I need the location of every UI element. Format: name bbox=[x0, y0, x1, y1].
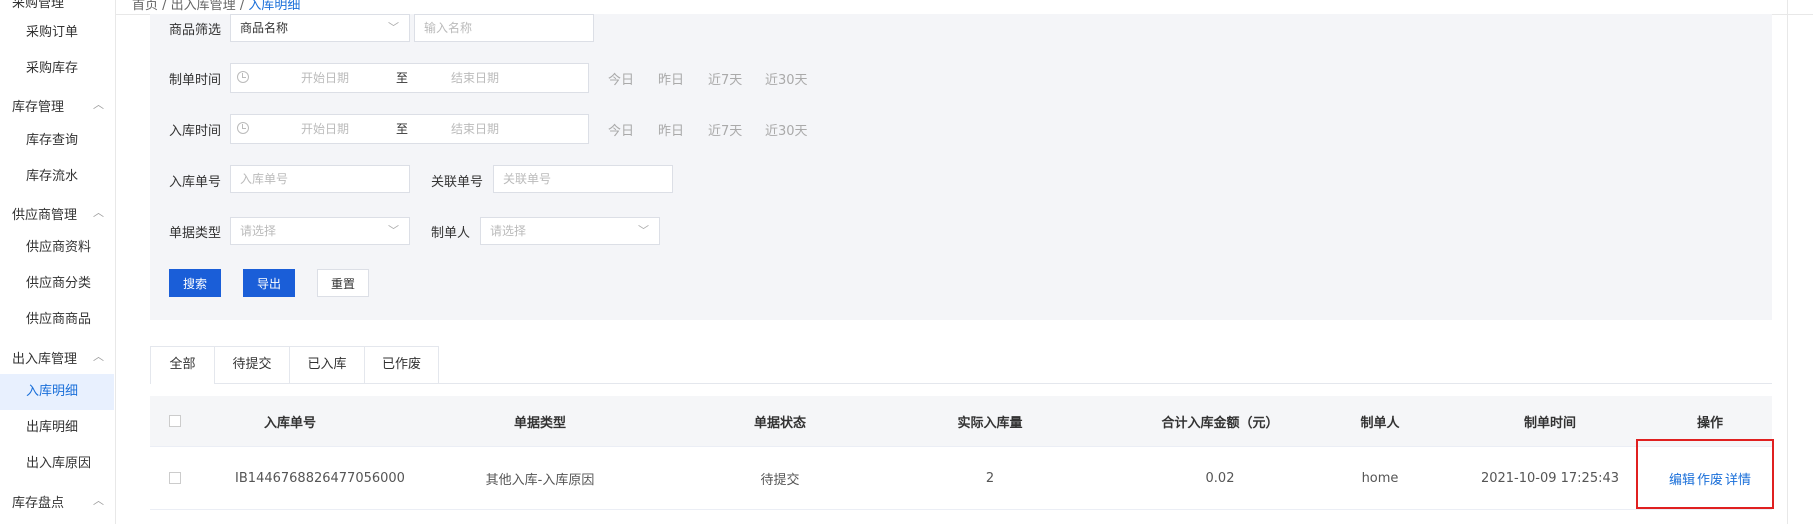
in-time-label: 入库时间 bbox=[169, 124, 222, 139]
breadcrumb-current: 入库明细 bbox=[248, 0, 301, 13]
rel-no-label: 关联单号 bbox=[431, 175, 484, 190]
cell-creator: home bbox=[1361, 470, 1399, 486]
tab-pending[interactable]: 待提交 bbox=[214, 346, 290, 383]
goods-name-input[interactable]: 输入名称 bbox=[414, 14, 594, 42]
breadcrumb: 首页 / 出入库管理 / 入库明细 bbox=[132, 0, 301, 13]
chevron-up-icon: ︿ bbox=[93, 350, 104, 363]
highlight-box bbox=[1636, 439, 1774, 509]
select-all-checkbox[interactable] bbox=[169, 415, 181, 427]
cell-qty: 2 bbox=[985, 470, 995, 486]
doc-type-select[interactable]: 请选择 ﹀ bbox=[230, 217, 410, 245]
create-quick-today[interactable]: 今日 bbox=[608, 69, 634, 88]
sidebar: 采购管理 采购订单 采购库存 库存管理 ︿ 库存查询 库存流水 供应商管理 ︿ 供应… bbox=[0, 0, 116, 524]
in-quick-yesterday[interactable]: 昨日 bbox=[658, 120, 684, 139]
export-button[interactable]: 导出 bbox=[243, 269, 295, 297]
create-end-date[interactable]: 结束日期 bbox=[451, 64, 499, 92]
chevron-down-icon: ﹀ bbox=[638, 224, 649, 237]
sidebar-group-stocktake[interactable]: 库存盘点 ︿ bbox=[12, 492, 104, 511]
goods-filter-label: 商品筛选 bbox=[169, 23, 222, 38]
chevron-up-icon: ︿ bbox=[93, 206, 104, 219]
col-create-time: 制单时间 bbox=[1523, 415, 1576, 431]
sidebar-item-supplier-goods[interactable]: 供应商商品 bbox=[0, 302, 114, 338]
search-button[interactable]: 搜索 bbox=[169, 269, 221, 297]
clock-icon bbox=[237, 71, 249, 83]
create-quick-7d[interactable]: 近7天 bbox=[708, 69, 742, 88]
in-time-range[interactable]: 开始日期 至 结束日期 bbox=[230, 114, 589, 144]
content-divider bbox=[1787, 0, 1788, 524]
in-quick-7d[interactable]: 近7天 bbox=[708, 120, 742, 139]
chevron-down-icon: ﹀ bbox=[388, 224, 399, 237]
sidebar-group-supplier[interactable]: 供应商管理 ︿ bbox=[12, 204, 104, 223]
reset-button[interactable]: 重置 bbox=[317, 269, 369, 297]
col-doc-status: 单据状态 bbox=[753, 415, 806, 431]
col-in-no: 入库单号 bbox=[263, 415, 316, 431]
create-quick-30d[interactable]: 近30天 bbox=[765, 69, 808, 88]
sidebar-item-inout-reason[interactable]: 出入库原因 bbox=[0, 446, 114, 482]
in-start-date[interactable]: 开始日期 bbox=[301, 115, 349, 143]
sidebar-item-out-detail[interactable]: 出库明细 bbox=[0, 410, 114, 446]
status-tabs: 全部 待提交 已入库 已作废 bbox=[150, 346, 1772, 384]
sidebar-item-in-detail[interactable]: 入库明细 bbox=[0, 374, 114, 410]
sidebar-group-purchase[interactable]: 采购管理 bbox=[12, 0, 102, 11]
col-creator: 制单人 bbox=[1360, 415, 1400, 431]
table-header: 入库单号 单据类型 单据状态 实际入库量 合计入库金额（元） 制单人 制单时间 … bbox=[150, 396, 1772, 447]
in-end-date[interactable]: 结束日期 bbox=[451, 115, 499, 143]
sidebar-item-inventory-flow[interactable]: 库存流水 bbox=[0, 159, 114, 195]
rel-no-input[interactable]: 关联单号 bbox=[493, 165, 673, 193]
table-row: IB1446768826477056000 其他入库-入库原因 待提交 2 0.… bbox=[150, 447, 1772, 510]
sidebar-item-purchase-order[interactable]: 采购订单 bbox=[0, 15, 114, 51]
sidebar-item-purchase-stock[interactable]: 采购库存 bbox=[0, 51, 114, 87]
sidebar-item-supplier-category[interactable]: 供应商分类 bbox=[0, 266, 114, 302]
breadcrumb-section[interactable]: 出入库管理 bbox=[171, 0, 236, 13]
sidebar-item-supplier-info[interactable]: 供应商资料 bbox=[0, 230, 114, 266]
cell-in-no: IB1446768826477056000 bbox=[235, 470, 405, 486]
chevron-up-icon: ︿ bbox=[93, 98, 104, 111]
sidebar-item-inventory-query[interactable]: 库存查询 bbox=[0, 123, 114, 159]
col-amount: 合计入库金额（元） bbox=[1161, 415, 1279, 431]
in-quick-today[interactable]: 今日 bbox=[608, 120, 634, 139]
create-quick-yesterday[interactable]: 昨日 bbox=[658, 69, 684, 88]
creator-select[interactable]: 请选择 ﹀ bbox=[480, 217, 660, 245]
create-time-label: 制单时间 bbox=[169, 73, 222, 88]
cell-doc-status: 待提交 bbox=[760, 472, 800, 488]
chevron-down-icon: ﹀ bbox=[388, 21, 399, 34]
tab-stocked[interactable]: 已入库 bbox=[289, 346, 365, 383]
in-quick-30d[interactable]: 近30天 bbox=[765, 120, 808, 139]
filter-panel: 商品筛选 商品名称 ﹀ 输入名称 制单时间 开始日期 至 结束日期 今日 昨日 近… bbox=[150, 14, 1772, 320]
chevron-up-icon: ︿ bbox=[93, 494, 104, 507]
create-start-date[interactable]: 开始日期 bbox=[301, 64, 349, 92]
cell-doc-type: 其他入库-入库原因 bbox=[485, 472, 595, 488]
clock-icon bbox=[237, 122, 249, 134]
creator-label: 制单人 bbox=[431, 226, 471, 241]
sidebar-group-inout[interactable]: 出入库管理 ︿ bbox=[12, 348, 104, 367]
in-no-label: 入库单号 bbox=[169, 175, 222, 190]
cell-amount: 0.02 bbox=[1205, 470, 1235, 486]
cell-create-time: 2021-10-09 17:25:43 bbox=[1480, 470, 1620, 486]
in-no-input[interactable]: 入库单号 bbox=[230, 165, 410, 193]
tab-voided[interactable]: 已作废 bbox=[364, 346, 439, 383]
col-doc-type: 单据类型 bbox=[513, 415, 566, 431]
row-checkbox[interactable] bbox=[169, 472, 181, 484]
sidebar-group-inventory[interactable]: 库存管理 ︿ bbox=[12, 96, 104, 115]
breadcrumb-home[interactable]: 首页 bbox=[132, 0, 158, 13]
doc-type-label: 单据类型 bbox=[169, 226, 222, 241]
breadcrumb-bar: 首页 / 出入库管理 / 入库明细 bbox=[116, 0, 1813, 15]
col-qty: 实际入库量 bbox=[957, 415, 1023, 431]
tab-all[interactable]: 全部 bbox=[150, 346, 215, 384]
create-time-range[interactable]: 开始日期 至 结束日期 bbox=[230, 63, 589, 93]
goods-filter-select[interactable]: 商品名称 ﹀ bbox=[230, 14, 410, 42]
